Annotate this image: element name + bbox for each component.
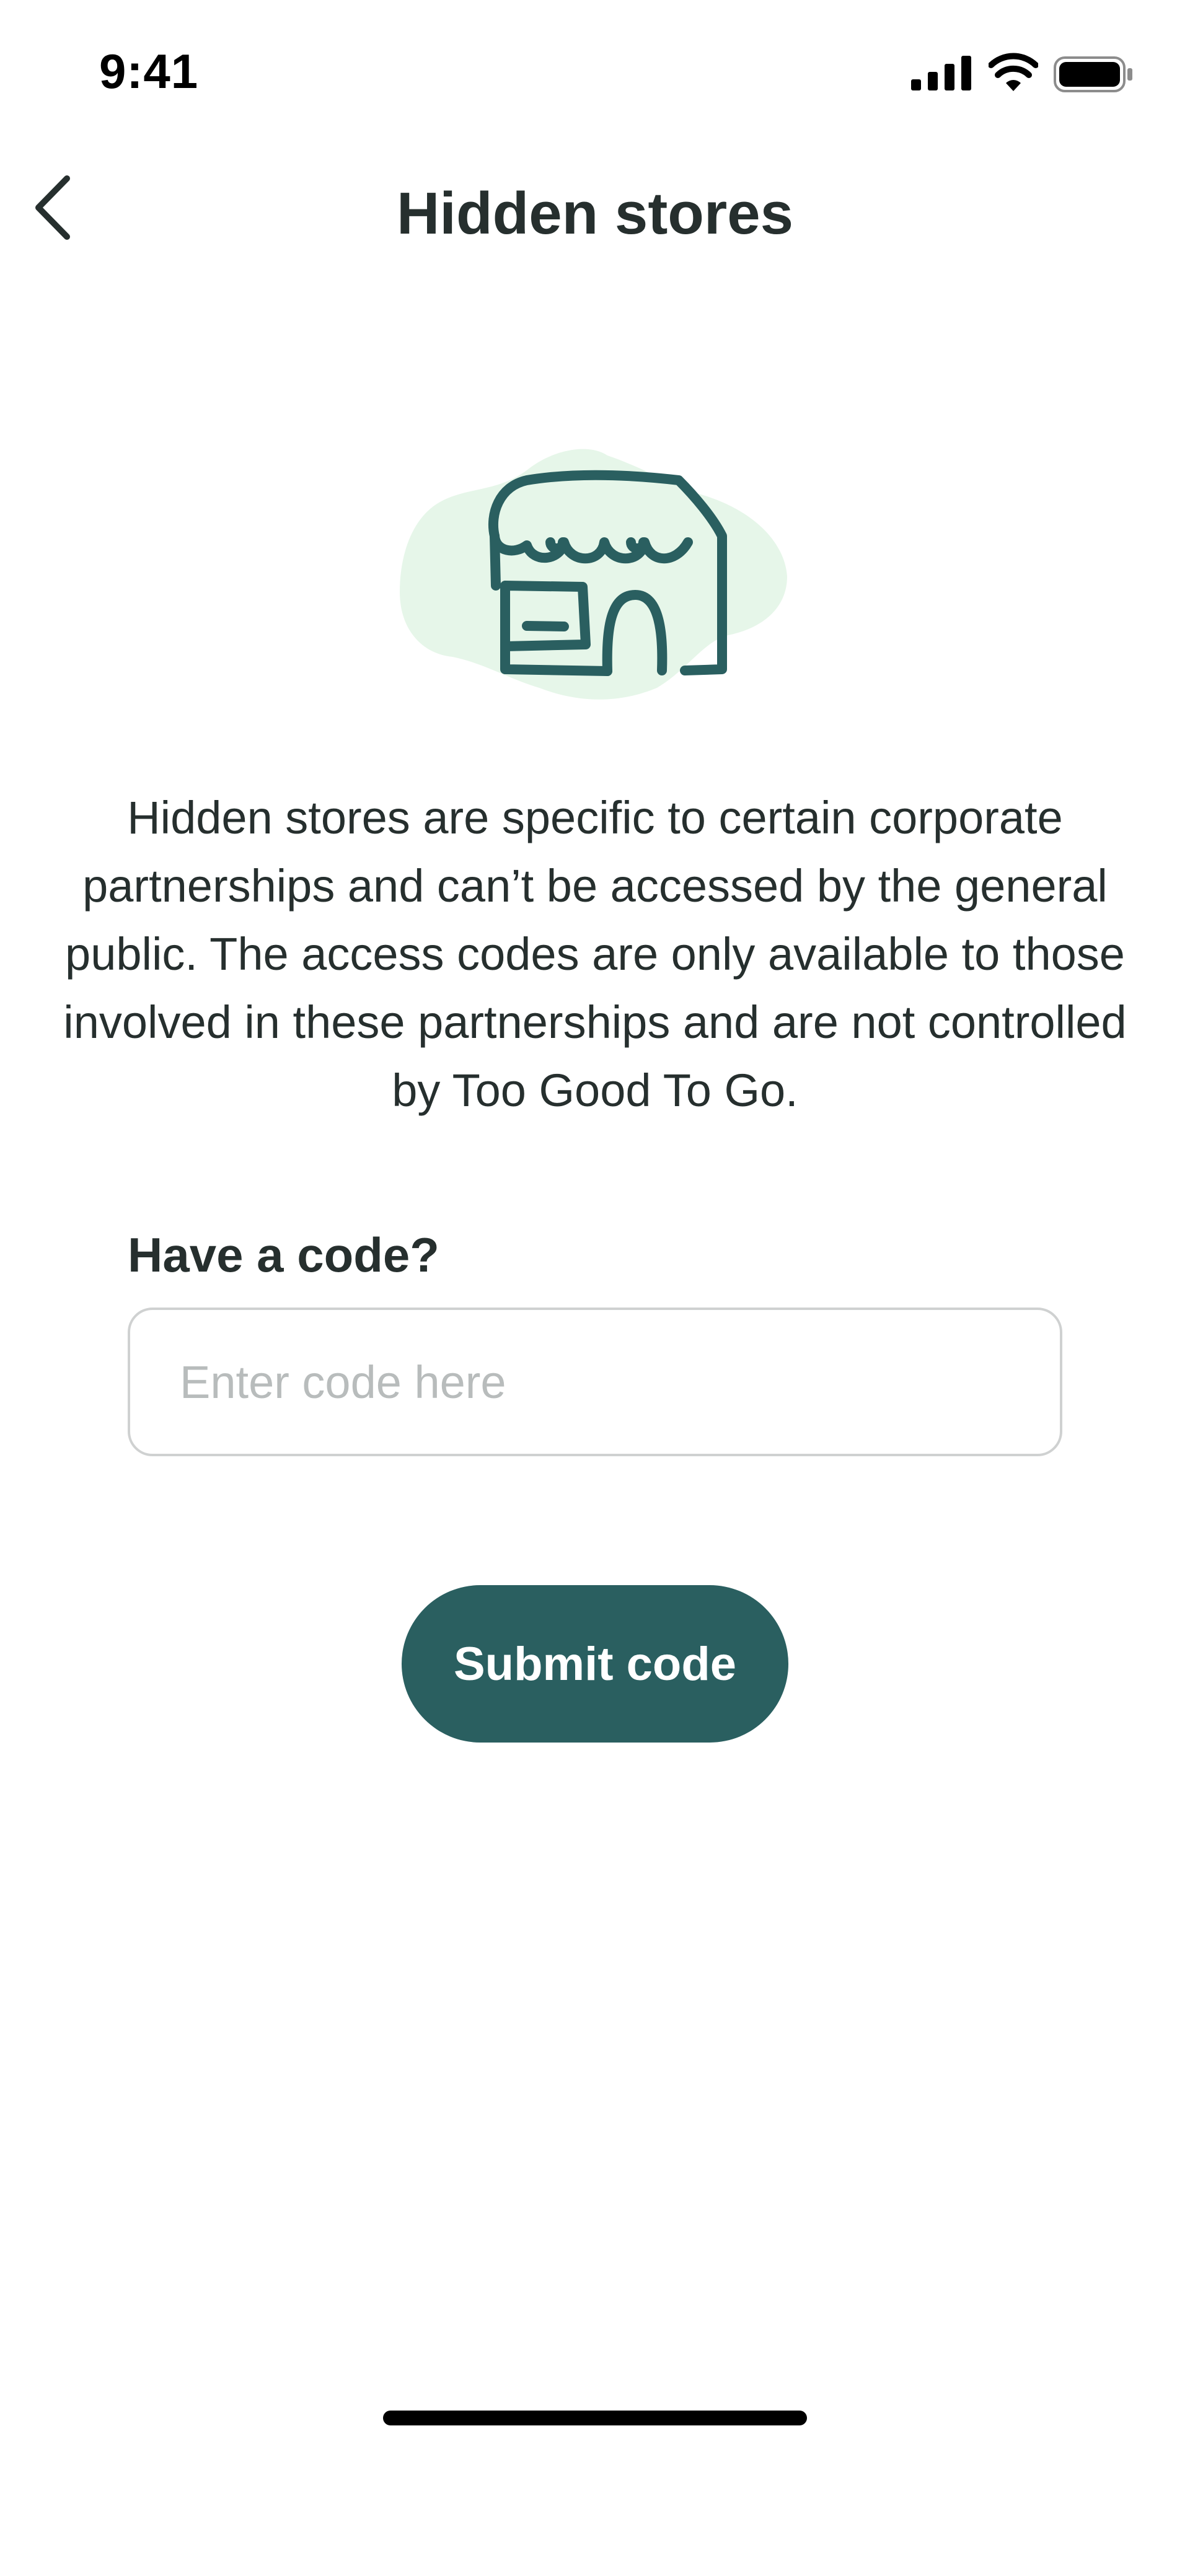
signal-icon [911,56,971,90]
submit-code-button[interactable]: Submit code [402,1585,788,1743]
status-icons [911,53,1147,96]
wifi-icon [989,53,1038,91]
illustration-blob [400,449,787,700]
code-label: Have a code? [128,1228,439,1282]
status-bar: 9:41 [0,0,1190,146]
home-indicator [383,2411,807,2425]
store-illustration [400,449,787,700]
description-text: Hidden stores are specific to certain co… [63,792,1127,1116]
nav-bar: Hidden stores [0,146,1190,270]
status-time: 9:41 [99,44,199,99]
page-title: Hidden stores [396,180,794,247]
code-input[interactable] [128,1308,1062,1456]
battery-icon [1054,56,1132,92]
